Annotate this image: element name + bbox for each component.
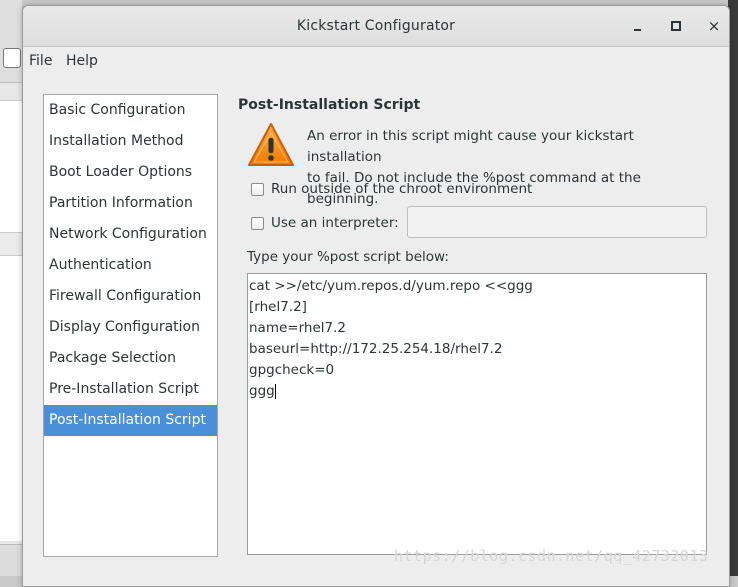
background-window-row bbox=[0, 232, 22, 256]
use-interpreter-checkbox[interactable] bbox=[251, 217, 264, 230]
background-window-footer bbox=[0, 544, 22, 576]
script-prompt-label: Type your %post script below: bbox=[247, 249, 449, 265]
minimize-button[interactable] bbox=[628, 16, 648, 36]
run-outside-chroot-label[interactable]: Run outside of the chroot environment bbox=[271, 181, 532, 197]
script-line: cat >>/etc/yum.repos.d/yum.repo <<ggg bbox=[249, 278, 533, 294]
menu-help[interactable]: Help bbox=[66, 53, 98, 69]
script-line: gpgcheck=0 bbox=[249, 362, 335, 378]
script-line: [rhel7.2] bbox=[249, 299, 307, 315]
background-window-icon bbox=[3, 48, 21, 68]
sidebar-item-authentication[interactable]: Authentication bbox=[44, 250, 217, 281]
interpreter-field[interactable] bbox=[407, 206, 707, 238]
section-list: Basic Configuration Installation Method … bbox=[43, 94, 218, 557]
sidebar-item-boot-loader-options[interactable]: Boot Loader Options bbox=[44, 157, 217, 188]
sidebar-item-pre-installation-script[interactable]: Pre-Installation Script bbox=[44, 374, 217, 405]
sidebar-item-installation-method[interactable]: Installation Method bbox=[44, 126, 217, 157]
title-bar[interactable]: Kickstart Configurator × bbox=[23, 6, 729, 47]
warning-message: An error in this script might cause your… bbox=[307, 126, 712, 210]
sidebar-item-basic-configuration[interactable]: Basic Configuration bbox=[44, 95, 217, 126]
sidebar-item-display-configuration[interactable]: Display Configuration bbox=[44, 312, 217, 343]
text-cursor bbox=[274, 383, 276, 399]
script-line: baseurl=http://172.25.254.18/rhel7.2 bbox=[249, 341, 503, 357]
menu-bar: File Help bbox=[23, 47, 729, 73]
close-button[interactable]: × bbox=[704, 16, 724, 36]
script-line-last: ggg bbox=[249, 381, 276, 402]
sidebar-item-partition-information[interactable]: Partition Information bbox=[44, 188, 217, 219]
post-script-editor[interactable]: cat >>/etc/yum.repos.d/yum.repo <<ggg [r… bbox=[247, 273, 707, 555]
sidebar-item-package-selection[interactable]: Package Selection bbox=[44, 343, 217, 374]
warning-message-line: An error in this script might cause your… bbox=[307, 128, 634, 165]
maximize-icon bbox=[671, 21, 681, 31]
page-title: Post-Installation Script bbox=[238, 97, 421, 113]
background-window bbox=[0, 0, 22, 576]
close-icon: × bbox=[707, 17, 721, 35]
minimize-icon bbox=[634, 29, 641, 31]
sidebar-item-post-installation-script[interactable]: Post-Installation Script bbox=[44, 405, 217, 436]
window-title: Kickstart Configurator bbox=[296, 18, 456, 34]
background-window-content bbox=[0, 100, 22, 541]
warning-icon bbox=[248, 123, 294, 166]
sidebar-item-network-configuration[interactable]: Network Configuration bbox=[44, 219, 217, 250]
menu-file[interactable]: File bbox=[29, 53, 52, 69]
maximize-button[interactable] bbox=[666, 16, 686, 36]
watermark: https://blog.csdn.net/qq_42732013 bbox=[394, 547, 709, 565]
sidebar-item-firewall-configuration[interactable]: Firewall Configuration bbox=[44, 281, 217, 312]
background-window-toolbar bbox=[0, 0, 22, 83]
use-interpreter-label[interactable]: Use an interpreter: bbox=[271, 215, 399, 231]
run-outside-chroot-checkbox[interactable] bbox=[251, 183, 264, 196]
script-line: name=rhel7.2 bbox=[249, 320, 346, 336]
kickstart-window: Kickstart Configurator × File Help Basic… bbox=[22, 5, 730, 587]
script-line-text: ggg bbox=[249, 383, 275, 399]
